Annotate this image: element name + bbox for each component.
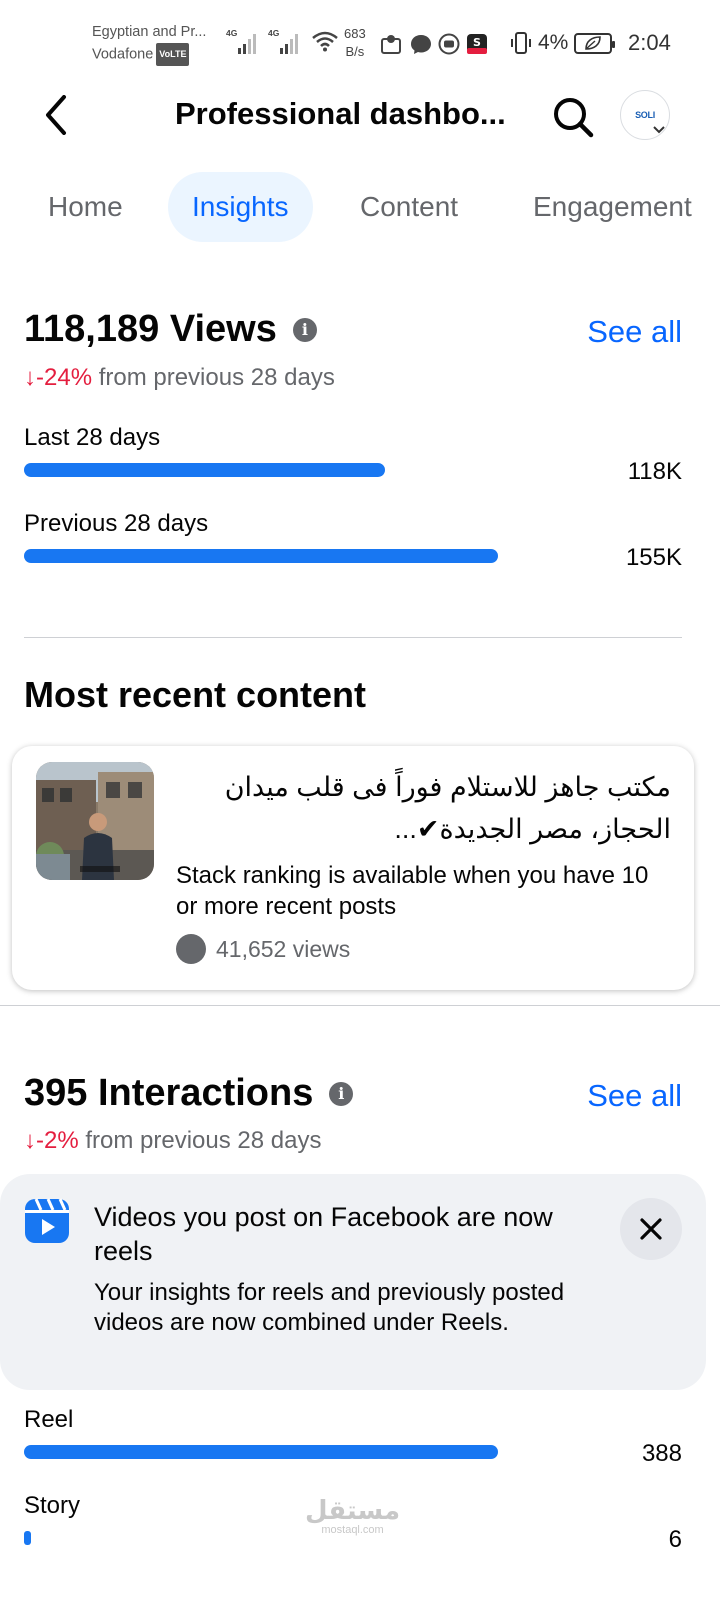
- carrier-name: Egyptian and Pr...: [92, 24, 207, 40]
- interactions-total: 395 Interactions: [24, 1072, 314, 1114]
- leaf-icon: [585, 36, 602, 50]
- bar-fill-reel: [24, 1445, 498, 1459]
- tab-insights[interactable]: Insights: [168, 172, 313, 242]
- speed-unit: B/s: [345, 44, 365, 59]
- section-divider: [0, 1005, 720, 1006]
- views-trend-text: from previous 28 days: [98, 364, 335, 391]
- watermark-latin: mostaql.com: [321, 1524, 384, 1536]
- watermark-arabic: مستقل: [305, 1495, 401, 1525]
- bar-fill-last-28: [24, 463, 386, 477]
- notice-title: Videos you post on Facebook are now reel…: [94, 1202, 553, 1266]
- notification-app-icon: [381, 35, 401, 54]
- bar-value-story: 6: [668, 1526, 682, 1553]
- bar-label-previous-28: Previous 28 days: [24, 510, 209, 537]
- app-header: Professional dashbo... SOLI: [0, 80, 720, 150]
- volte-badge: VoLTE: [156, 43, 190, 66]
- bar-label-reel: Reel: [24, 1406, 74, 1433]
- down-arrow-icon: ↓: [24, 364, 36, 391]
- bar-value-reel: 388: [641, 1440, 682, 1467]
- bar-value-previous-28: 155K: [625, 544, 682, 571]
- bar-track-story: [24, 1531, 498, 1545]
- tab-content[interactable]: Content: [336, 172, 482, 242]
- network-speed: 683 B/s: [344, 25, 366, 61]
- tab-bar: Home Insights Content Engagement: [0, 172, 720, 244]
- signal-icon: 4G: [226, 28, 260, 54]
- avatar-logo: SOLI: [635, 110, 655, 120]
- speed-value: 683: [344, 26, 366, 41]
- interactions-trend-percent: -2%: [36, 1127, 79, 1154]
- bar-track-previous-28: [24, 549, 498, 563]
- network-type: 4G: [226, 28, 238, 38]
- search-button[interactable]: [548, 92, 598, 142]
- svg-text:S: S: [473, 36, 481, 49]
- divider: [24, 637, 682, 638]
- bar-fill-previous-28: [24, 549, 498, 563]
- bar-value-last-28: 118K: [627, 458, 682, 485]
- close-button[interactable]: [620, 1198, 682, 1260]
- bar-fill-story: [24, 1531, 32, 1545]
- bar-track-reel: [24, 1445, 498, 1459]
- views-trend-percent: -24%: [36, 364, 93, 391]
- bar-label-story: Story: [24, 1492, 81, 1519]
- section-title-recent: Most recent content: [24, 674, 367, 715]
- vibrate-icon: [511, 32, 531, 54]
- close-icon: [640, 1218, 662, 1240]
- bar-track-last-28: [24, 463, 498, 477]
- signal-icon-2: 4G: [268, 28, 302, 54]
- clock: 2:04: [628, 30, 671, 55]
- views-trend: ↓-24% from previous 28 days: [24, 364, 335, 392]
- views-dot-icon: [176, 934, 206, 964]
- views-headline: 118,189 Views i: [24, 308, 317, 351]
- network-type-2: 4G: [268, 28, 280, 38]
- status-bar: Egyptian and Pr... Vodafone VoLTE 4G 4G 6…: [0, 0, 720, 70]
- carrier-info: Egyptian and Pr... Vodafone VoLTE: [92, 22, 206, 66]
- back-button[interactable]: [36, 92, 76, 138]
- post-thumbnail[interactable]: [36, 762, 154, 880]
- down-arrow-icon: ↓: [24, 1127, 36, 1154]
- views-see-all-link[interactable]: See all: [587, 314, 682, 350]
- app-notification-icon: S: [467, 34, 487, 54]
- post-views-count: 41,652 views: [216, 935, 351, 962]
- tab-home[interactable]: Home: [24, 172, 147, 242]
- interactions-headline: 395 Interactions i: [24, 1072, 354, 1115]
- back-arrow-icon: [46, 95, 66, 135]
- interactions-trend-text: from previous 28 days: [85, 1127, 322, 1154]
- wifi-icon: [312, 31, 338, 52]
- page-title: Professional dashbo...: [175, 96, 506, 131]
- info-icon[interactable]: i: [329, 1081, 354, 1106]
- reels-icon: [25, 1198, 69, 1243]
- battery-icon: [574, 32, 616, 54]
- tab-engagement[interactable]: Engagement: [509, 172, 716, 242]
- views-total: 118,189 Views: [24, 308, 277, 350]
- messenger-icon: [411, 35, 431, 54]
- watermark: مستقل mostaql.com: [305, 1496, 400, 1536]
- interactions-trend: ↓-2% from previous 28 days: [24, 1127, 321, 1155]
- carrier-name-2: Vodafone: [92, 46, 154, 63]
- reels-notice-banner: Videos you post on Facebook are now reel…: [0, 1174, 706, 1390]
- post-thumbnail-image: [36, 762, 154, 880]
- youtube-icon: [438, 33, 460, 55]
- battery-area: 4%: [510, 30, 616, 56]
- battery-percent: 4%: [538, 31, 569, 54]
- bar-label-last-28: Last 28 days: [24, 424, 161, 451]
- info-icon[interactable]: i: [292, 317, 317, 342]
- chevron-down-icon[interactable]: [652, 125, 666, 135]
- post-title: مكتب جاهز للاستلام فوراً فى قلب ميدان ال…: [224, 772, 671, 844]
- post-views-row: 41,652 views: [176, 934, 350, 964]
- recent-post-card[interactable]: مكتب جاهز للاستلام فوراً فى قلب ميدان ال…: [12, 746, 694, 990]
- interactions-see-all-link[interactable]: See all: [587, 1078, 682, 1114]
- search-icon: [554, 98, 594, 138]
- notice-body: Your insights for reels and previously p…: [94, 1279, 565, 1336]
- stack-ranking-note: Stack ranking is available when you have…: [176, 862, 649, 920]
